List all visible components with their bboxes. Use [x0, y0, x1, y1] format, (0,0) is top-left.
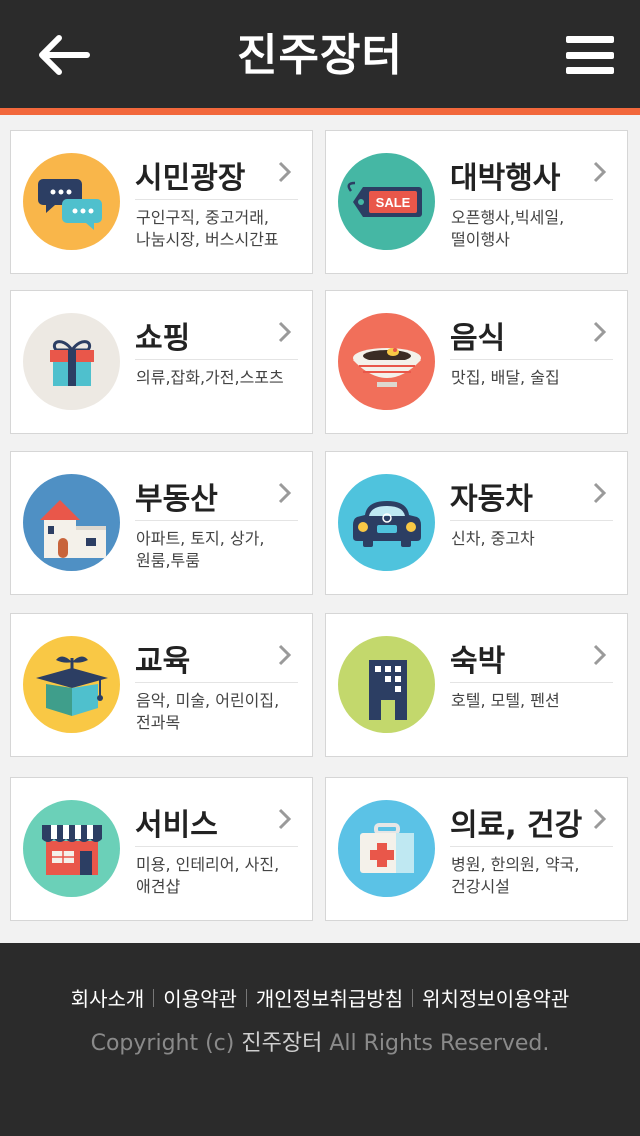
copyright-suffix: All Rights Reserved. [329, 1031, 550, 1056]
chevron-right-icon [278, 644, 292, 666]
category-card-civic-square[interactable]: 시민광장 구인구직, 중고거래, 나눔시장, 버스시간표 [10, 130, 313, 274]
divider [450, 520, 613, 521]
category-desc: 병원, 한의원, 약국, 건강시설 [451, 855, 580, 896]
hamburger-menu-icon[interactable] [562, 30, 618, 80]
category-card-education[interactable]: 교육 음악, 미술, 어린이집, 전과목 [10, 613, 313, 757]
category-desc: 아파트, 토지, 상가, 원룸,투룸 [136, 529, 265, 570]
category-desc: 구인구직, 중고거래, 나눔시장, 버스시간표 [136, 208, 279, 249]
divider [450, 359, 613, 360]
header-accent-bar [0, 108, 640, 115]
copyright-prefix: Copyright (c) [90, 1031, 235, 1056]
shop-icon [23, 800, 120, 897]
speech-bubbles-icon [23, 153, 120, 250]
chevron-right-icon [593, 644, 607, 666]
category-desc: 오픈행사,빅세일, 떨이행사 [451, 208, 565, 249]
category-desc: 호텔, 모텔, 펜션 [451, 691, 560, 710]
category-name: 부동산 [135, 482, 218, 517]
divider [450, 682, 613, 683]
building-icon [338, 636, 435, 733]
arrow-left-icon [39, 35, 90, 75]
app-header: 진주장터 [0, 0, 640, 108]
chevron-right-icon [593, 161, 607, 183]
divider [135, 199, 298, 200]
footer-link-terms[interactable]: 이용약관 [163, 983, 237, 1012]
link-separator [412, 988, 414, 1007]
category-name: 자동차 [450, 482, 533, 517]
category-card-shopping[interactable]: 쇼핑 의류,잡화,가전,스포츠 [10, 290, 313, 434]
divider [135, 846, 298, 847]
category-desc: 의류,잡화,가전,스포츠 [136, 368, 284, 387]
category-desc: 신차, 중고차 [451, 529, 535, 548]
category-desc: 맛집, 배달, 술집 [451, 368, 560, 387]
category-desc: 음악, 미술, 어린이집, 전과목 [136, 691, 280, 732]
car-icon [338, 474, 435, 571]
divider [450, 199, 613, 200]
footer-link-company[interactable]: 회사소개 [71, 983, 145, 1012]
footer-link-privacy[interactable]: 개인정보취급방침 [256, 983, 403, 1012]
house-icon [23, 474, 120, 571]
category-card-lodging[interactable]: 숙박 호텔, 모텔, 펜션 [325, 613, 628, 757]
chevron-right-icon [278, 161, 292, 183]
gift-box-icon [23, 313, 120, 410]
sale-tag-icon: SALE [338, 153, 435, 250]
category-name: 대박행사 [450, 161, 561, 196]
category-name: 서비스 [135, 808, 218, 843]
category-name: 교육 [135, 644, 191, 679]
category-card-real-estate[interactable]: 부동산 아파트, 토지, 상가, 원룸,투룸 [10, 451, 313, 595]
divider [135, 520, 298, 521]
chevron-right-icon [593, 482, 607, 504]
category-card-service[interactable]: 서비스 미용, 인테리어, 사진, 애견샵 [10, 777, 313, 921]
category-name: 시민광장 [135, 161, 246, 196]
divider [135, 682, 298, 683]
chevron-right-icon [278, 808, 292, 830]
chevron-right-icon [278, 482, 292, 504]
noodle-bowl-icon [338, 313, 435, 410]
category-desc: 미용, 인테리어, 사진, 애견샵 [136, 855, 280, 896]
back-button[interactable] [30, 24, 96, 86]
first-aid-kit-icon [338, 800, 435, 897]
category-card-car[interactable]: 자동차 신차, 중고차 [325, 451, 628, 595]
footer-link-location-terms[interactable]: 위치정보이용약관 [422, 983, 569, 1012]
category-name: 의료, 건강 [450, 808, 583, 843]
copyright-brand: 진주장터 [241, 1031, 323, 1056]
category-card-big-event[interactable]: SALE 대박행사 오픈행사,빅세일, 떨이행사 [325, 130, 628, 274]
link-separator [245, 988, 247, 1007]
sale-tag-text: SALE [375, 195, 410, 210]
divider [450, 846, 613, 847]
category-name: 음식 [450, 321, 506, 356]
copyright-text: Copyright (c) 진주장터 All Rights Reserved. [0, 1025, 640, 1057]
chevron-right-icon [593, 321, 607, 343]
link-separator [153, 988, 155, 1007]
chevron-right-icon [593, 808, 607, 830]
category-card-medical-health[interactable]: 의료, 건강 병원, 한의원, 약국, 건강시설 [325, 777, 628, 921]
page-title: 진주장터 [237, 30, 403, 81]
category-name: 쇼핑 [135, 321, 191, 356]
footer: 회사소개 이용약관 개인정보취급방침 위치정보이용약관 Copyright (c… [0, 943, 640, 1136]
footer-links: 회사소개 이용약관 개인정보취급방침 위치정보이용약관 [0, 983, 640, 1012]
divider [135, 359, 298, 360]
category-card-food[interactable]: 음식 맛집, 배달, 술집 [325, 290, 628, 434]
category-name: 숙박 [450, 644, 506, 679]
chevron-right-icon [278, 321, 292, 343]
graduation-box-icon [23, 636, 120, 733]
